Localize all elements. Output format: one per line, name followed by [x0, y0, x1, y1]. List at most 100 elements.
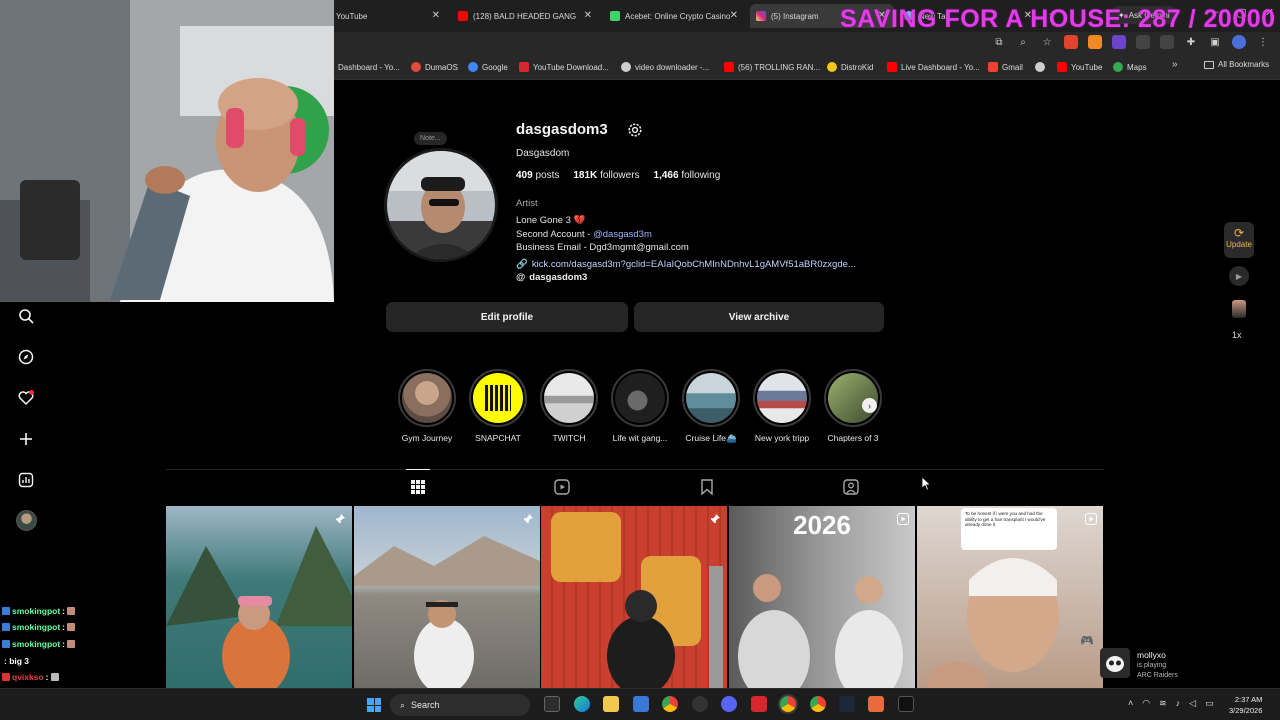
taskbar-clock[interactable]: 2:37 AM 3/29/2026: [1229, 694, 1262, 716]
post-thumbnail[interactable]: [541, 506, 727, 692]
second-account-mention[interactable]: @dasgasd3m: [593, 229, 652, 240]
file-explorer-icon[interactable]: [603, 696, 619, 712]
posts-grid-tab-icon[interactable]: [409, 478, 427, 496]
store-icon[interactable]: [633, 696, 649, 712]
taskbar-search-input[interactable]: ⌕ Search: [390, 694, 530, 716]
story-highlight[interactable]: Life wit gang...: [608, 369, 672, 443]
following-stat[interactable]: 1,466 following: [654, 170, 721, 181]
windows-start-icon[interactable]: [367, 698, 381, 712]
bookmark-item[interactable]: YouTube: [1057, 60, 1102, 74]
chrome-icon[interactable]: [810, 696, 826, 712]
tagged-tab-icon[interactable]: [842, 478, 860, 496]
tab-close-icon[interactable]: ✕: [730, 10, 738, 21]
app-icon[interactable]: [868, 696, 884, 712]
adobe-icon[interactable]: [751, 696, 767, 712]
browser-tab-acebet[interactable]: Acebet: Online Crypto Casino ✕: [604, 4, 746, 28]
playback-speed[interactable]: 1x: [1232, 330, 1242, 340]
post-thumbnail[interactable]: [354, 506, 540, 692]
microphone-icon[interactable]: ♪: [1176, 698, 1181, 709]
extensions-puzzle-icon[interactable]: ✚: [1184, 35, 1198, 49]
wifi-icon[interactable]: ≋: [1159, 698, 1167, 709]
bio-external-link[interactable]: 🔗 kick.com/dasgasd3m?gclid=EAIaIQobChMIn…: [516, 259, 856, 270]
bookmark-item[interactable]: [1035, 60, 1049, 74]
posts-label: posts: [535, 170, 560, 181]
zoom-icon[interactable]: ⌕: [1016, 35, 1030, 49]
story-highlight[interactable]: Cruise Life⛴️: [679, 369, 743, 444]
bookmark-item[interactable]: DistroKid: [827, 60, 873, 74]
discord-activity-notice[interactable]: 🎮 mollyxo is playing ARC Raiders: [1074, 632, 1270, 684]
profile-display-name: Dasgasdom: [516, 148, 570, 159]
clock-time: 2:37 AM: [1234, 695, 1263, 704]
youtube-favicon-icon: [458, 11, 468, 21]
bookmark-item[interactable]: video downloader -...: [621, 60, 709, 74]
chrome-active-icon[interactable]: [780, 696, 796, 712]
extension-icon[interactable]: [1160, 35, 1174, 49]
settings-gear-icon[interactable]: [626, 121, 644, 139]
profile-icon[interactable]: [1232, 35, 1246, 49]
play-icon[interactable]: ▶: [1229, 266, 1249, 286]
edge-icon[interactable]: [574, 696, 590, 712]
bookmark-item[interactable]: Google: [468, 60, 508, 74]
menu-kebab-icon[interactable]: ⋮: [1256, 35, 1270, 49]
bookmark-item[interactable]: Live Dashboard - Yo...: [887, 60, 980, 74]
view-archive-button[interactable]: View archive: [634, 302, 884, 332]
bookmark-item[interactable]: DumaOS: [411, 60, 458, 74]
cast-icon[interactable]: ⧉: [992, 35, 1006, 49]
bookmark-label: DistroKid: [841, 62, 874, 72]
notifications-heart-icon[interactable]: [16, 388, 36, 408]
bookmark-item[interactable]: Gmail: [988, 60, 1023, 74]
bookmark-item[interactable]: YouTube Download...: [519, 60, 609, 74]
discord-icon[interactable]: [721, 696, 737, 712]
obs-icon[interactable]: [692, 696, 708, 712]
bookmark-star-icon[interactable]: ☆: [1040, 35, 1054, 49]
story-highlight[interactable]: New york tripp: [750, 369, 814, 443]
tab-close-icon[interactable]: ✕: [584, 10, 592, 21]
post-thumbnail[interactable]: 2026: [729, 506, 915, 692]
story-highlight[interactable]: TWITCH: [537, 369, 601, 443]
browser-tab-youtube[interactable]: YouTube ✕: [330, 4, 448, 28]
speaker-icon[interactable]: ◁: [1189, 698, 1196, 709]
bookmark-item[interactable]: (56) TROLLING RAN...: [724, 60, 820, 74]
profile-picture[interactable]: [384, 148, 498, 262]
search-icon: ⌕: [400, 699, 406, 710]
following-count: 1,466: [653, 170, 679, 181]
note-bubble[interactable]: Note...: [414, 132, 447, 145]
extension-icon[interactable]: [1088, 35, 1102, 49]
bookmarks-overflow-icon[interactable]: »: [1172, 59, 1178, 70]
threads-profile-link[interactable]: @ dasgasdom3: [516, 272, 587, 283]
reels-tab-icon[interactable]: [553, 478, 571, 496]
post-thumbnail[interactable]: [166, 506, 352, 692]
tray-overflow-icon[interactable]: ˄: [1128, 698, 1133, 709]
highlights-next-arrow-icon[interactable]: ›: [862, 398, 877, 413]
browser-tab-bald-headed-gang[interactable]: (128) BALD HEADED GANG ✕: [452, 4, 600, 28]
create-plus-icon[interactable]: [16, 429, 36, 449]
dashboard-chart-icon[interactable]: [16, 470, 36, 490]
extension-icon[interactable]: [1136, 35, 1150, 49]
bookmark-item[interactable]: Maps: [1113, 60, 1147, 74]
bookmark-item[interactable]: Dashboard - Yo...: [338, 60, 400, 74]
search-icon[interactable]: [16, 306, 36, 326]
all-bookmarks-button[interactable]: All Bookmarks: [1204, 60, 1269, 69]
explore-compass-icon[interactable]: [16, 347, 36, 367]
edit-profile-button[interactable]: Edit profile: [386, 302, 628, 332]
app-icon[interactable]: [898, 696, 914, 712]
extension-icon[interactable]: [1064, 35, 1078, 49]
side-panel-icon[interactable]: ▣: [1208, 35, 1222, 49]
bookmark-label: YouTube: [1071, 62, 1103, 72]
profile-avatar-nav[interactable]: [16, 510, 37, 531]
bookmark-label: Gmail: [1002, 62, 1023, 72]
battery-icon[interactable]: ▭: [1205, 698, 1214, 709]
update-label: Update: [1226, 240, 1252, 249]
extension-icon[interactable]: [1112, 35, 1126, 49]
story-highlight[interactable]: Gym Journey: [395, 369, 459, 443]
steam-icon[interactable]: [839, 696, 855, 712]
chat-emote-icon: [67, 623, 76, 631]
task-view-icon[interactable]: [544, 696, 560, 712]
saved-bookmark-tab-icon[interactable]: [698, 478, 716, 496]
story-highlight[interactable]: SNAPCHAT: [466, 369, 530, 443]
tab-close-icon[interactable]: ✕: [432, 10, 440, 21]
network-icon[interactable]: ◠: [1142, 698, 1150, 709]
followers-stat[interactable]: 181K followers: [573, 170, 639, 181]
update-button[interactable]: ⟳ Update: [1224, 222, 1254, 258]
chrome-icon[interactable]: [662, 696, 678, 712]
